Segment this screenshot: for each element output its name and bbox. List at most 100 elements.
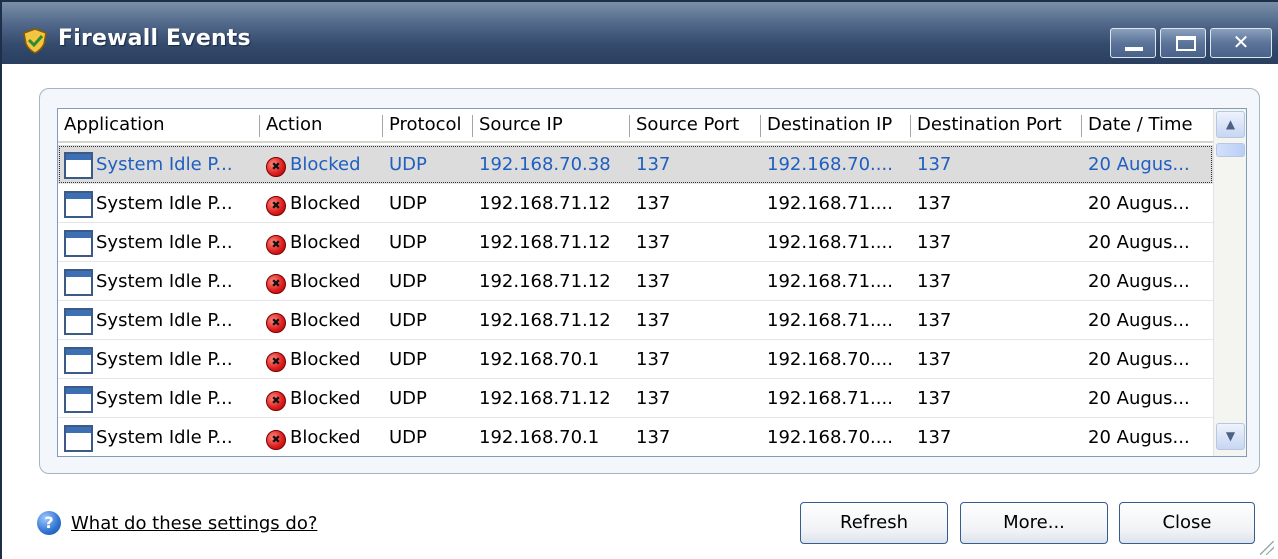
blocked-icon [266,196,286,216]
resize-grip-icon[interactable] [1260,541,1274,555]
table-row[interactable]: System Idle P... Blocked UDP 192.168.71.12 1… [58,223,1213,262]
cell-protocol: UDP [389,193,427,214]
cell-destination-port: 137 [917,310,952,331]
cell-destination-port: 137 [917,427,952,448]
header-destination-ip[interactable]: Destination IP [761,109,911,141]
firewall-events-window: Firewall Events ✕ Application Action Proto… [0,0,1278,559]
application-window-icon [64,269,93,296]
blocked-icon [266,391,286,411]
header-separator[interactable] [259,115,260,137]
cell-source-ip: 192.168.71.12 [479,193,611,214]
scroll-up-button[interactable]: ▲ [1216,111,1245,138]
cell-action: Blocked [290,193,361,214]
table-row[interactable]: System Idle P... Blocked UDP 192.168.71.12 1… [58,184,1213,223]
chevron-up-icon: ▲ [1225,117,1236,131]
cell-protocol: UDP [389,388,427,409]
cell-date-time: 20 Augus... [1088,427,1190,448]
cell-application: System Idle P... [96,154,233,175]
cell-source-ip: 192.168.70.38 [479,154,611,175]
header-protocol[interactable]: Protocol [383,109,473,141]
cell-application: System Idle P... [96,232,233,253]
close-window-button[interactable]: ✕ [1210,28,1272,58]
maximize-icon [1176,36,1196,51]
help-link[interactable]: What do these settings do? [71,513,317,534]
cell-destination-port: 137 [917,193,952,214]
cell-protocol: UDP [389,232,427,253]
chevron-down-icon: ▼ [1225,429,1236,443]
cell-destination-port: 137 [917,232,952,253]
cell-source-ip: 192.168.70.1 [479,427,600,448]
cell-destination-ip: 192.168.71.... [767,193,893,214]
cell-protocol: UDP [389,349,427,370]
cell-source-port: 137 [636,310,671,331]
application-window-icon [64,386,93,413]
events-list[interactable]: Application Action Protocol Source IP Source… [57,108,1247,457]
header-separator[interactable] [760,115,761,137]
header-date-time[interactable]: Date / Time [1082,109,1213,141]
application-window-icon [64,347,93,374]
refresh-button[interactable]: Refresh [800,502,948,544]
shield-icon [23,28,47,54]
cell-date-time: 20 Augus... [1088,349,1190,370]
header-source-port[interactable]: Source Port [630,109,761,141]
cell-source-port: 137 [636,349,671,370]
vertical-scrollbar[interactable]: ▲ ▼ [1213,109,1246,456]
cell-application: System Idle P... [96,349,233,370]
cell-destination-ip: 192.168.71.... [767,271,893,292]
cell-protocol: UDP [389,154,427,175]
cell-destination-ip: 192.168.70.... [767,154,893,175]
header-separator[interactable] [629,115,630,137]
cell-source-ip: 192.168.71.12 [479,271,611,292]
table-row[interactable]: System Idle P... Blocked UDP 192.168.71.12 1… [58,301,1213,340]
table-row[interactable]: System Idle P... Blocked UDP 192.168.70.1 13… [58,340,1213,379]
list-header: Application Action Protocol Source IP Source… [58,109,1213,143]
cell-source-ip: 192.168.70.1 [479,349,600,370]
table-row[interactable]: System Idle P... Blocked UDP 192.168.70.1 13… [58,418,1213,456]
blocked-icon [266,313,286,333]
header-separator[interactable] [910,115,911,137]
application-window-icon [64,152,93,179]
cell-source-port: 137 [636,427,671,448]
table-row[interactable]: System Idle P... Blocked UDP 192.168.70.38 1… [58,145,1213,184]
help-icon[interactable]: ? [37,511,61,535]
cell-action: Blocked [290,427,361,448]
header-destination-port[interactable]: Destination Port [911,109,1082,141]
cell-source-port: 137 [636,154,671,175]
cell-action: Blocked [290,271,361,292]
header-separator[interactable] [1081,115,1082,137]
table-row[interactable]: System Idle P... Blocked UDP 192.168.71.12 1… [58,262,1213,301]
blocked-icon [266,157,286,177]
scroll-thumb[interactable] [1216,143,1245,157]
scroll-down-button[interactable]: ▼ [1216,423,1245,450]
blocked-icon [266,235,286,255]
window-title: Firewall Events [58,26,251,51]
cell-destination-port: 137 [917,349,952,370]
cell-destination-port: 137 [917,271,952,292]
minimize-button[interactable] [1110,28,1156,58]
table-row[interactable]: System Idle P... Blocked UDP 192.168.71.12 1… [58,379,1213,418]
cell-source-port: 137 [636,232,671,253]
header-action[interactable]: Action [260,109,383,141]
cell-date-time: 20 Augus... [1088,388,1190,409]
cell-application: System Idle P... [96,310,233,331]
blocked-icon [266,274,286,294]
header-separator[interactable] [382,115,383,137]
close-button[interactable]: Close [1119,502,1255,544]
application-window-icon [64,425,93,452]
more-button[interactable]: More... [960,502,1108,544]
cell-source-port: 137 [636,388,671,409]
cell-application: System Idle P... [96,427,233,448]
cell-source-ip: 192.168.71.12 [479,232,611,253]
cell-source-ip: 192.168.71.12 [479,310,611,331]
application-window-icon [64,191,93,218]
cell-source-ip: 192.168.71.12 [479,388,611,409]
title-bar[interactable]: Firewall Events ✕ [2,2,1278,64]
help-area: ? What do these settings do? [37,510,317,536]
header-source-ip[interactable]: Source IP [473,109,630,141]
header-application[interactable]: Application [58,109,260,141]
cell-destination-port: 137 [917,154,952,175]
cell-source-port: 137 [636,193,671,214]
header-separator[interactable] [472,115,473,137]
maximize-button[interactable] [1160,28,1206,58]
blocked-icon [266,352,286,372]
